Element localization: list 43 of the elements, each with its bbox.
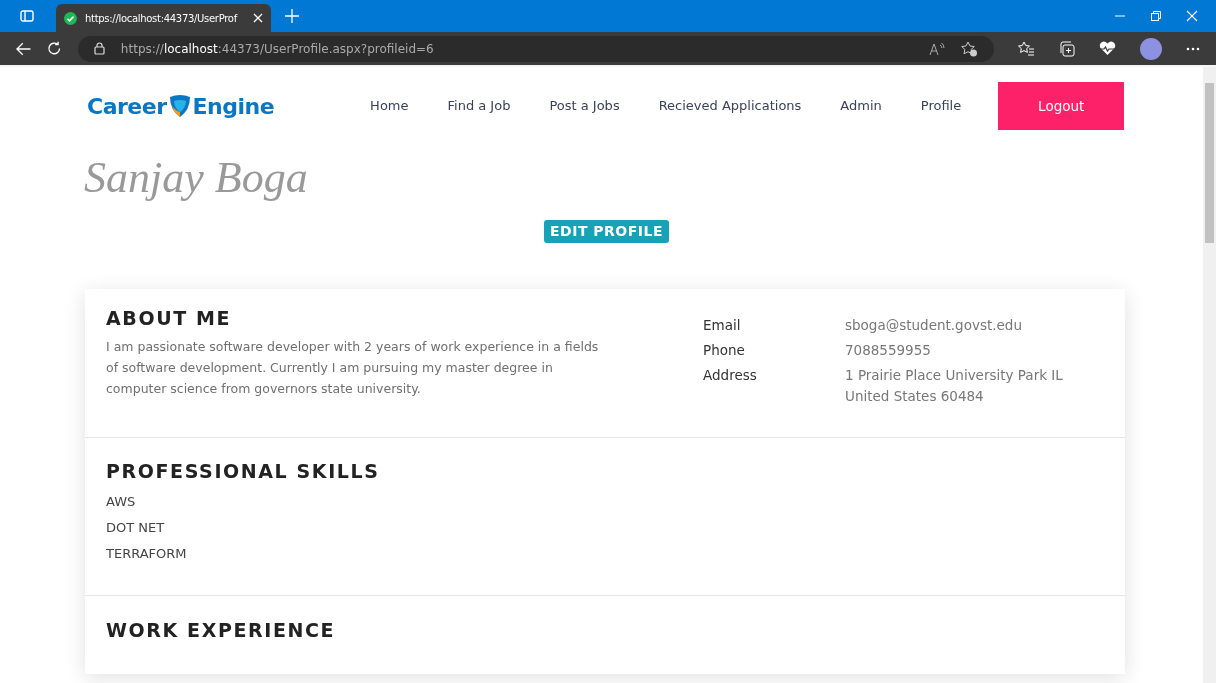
about-text: I am passionate software developer with 2 years of work experience in a fields of software development. Currently I am pursuing my master degree in computer science from governors state university. xyxy=(106,337,600,398)
check-circle-icon xyxy=(64,11,77,25)
heart-pulse-icon[interactable] xyxy=(1099,41,1116,56)
back-arrow-icon[interactable] xyxy=(16,41,32,56)
nav-link[interactable]: Recieved Applications xyxy=(658,96,802,116)
refresh-icon[interactable] xyxy=(47,41,62,56)
skill-item: TERRAFORM xyxy=(106,544,188,563)
collections-icon[interactable] xyxy=(1059,40,1075,57)
contact-label: Address xyxy=(703,366,758,385)
contact-value: 7088559955 xyxy=(845,341,932,360)
tab-actions-icon[interactable] xyxy=(20,10,34,22)
restore-icon[interactable] xyxy=(1150,10,1162,22)
skill-item: DOT NET xyxy=(106,518,166,537)
new-tab-icon[interactable] xyxy=(285,9,299,23)
nav-link[interactable]: Find a Job xyxy=(447,96,511,116)
logo[interactable]: Career Engine xyxy=(87,89,275,123)
favorites-icon[interactable] xyxy=(1018,41,1035,56)
section-heading: WORK EXPERIENCE xyxy=(106,618,337,642)
skill-item: AWS xyxy=(106,492,137,511)
section-heading: ABOUT ME xyxy=(106,307,233,330)
tab-title: https://localhost:44373/UserProf xyxy=(85,11,239,26)
contact-value: sboga@student.govst.edu xyxy=(845,316,1023,335)
address-bar[interactable]: https://localhost:44373/UserProfile.aspx?profileid=6 xyxy=(77,35,994,62)
star-add-icon[interactable] xyxy=(961,40,978,57)
contact-label: Phone xyxy=(703,341,746,360)
nav-link[interactable]: Profile xyxy=(920,96,962,116)
scrollbar[interactable] xyxy=(1203,67,1216,683)
logout-button[interactable]: Logout xyxy=(998,82,1125,130)
shield-icon xyxy=(167,94,192,118)
nav-link[interactable]: Admin xyxy=(840,96,882,116)
padlock-icon xyxy=(93,42,105,55)
url-text: https://localhost:44373/UserProfile.aspx?profileid=6 xyxy=(120,40,434,58)
section-heading: PROFESSIONAL SKILLS xyxy=(106,460,381,483)
avatar-circle[interactable] xyxy=(1140,37,1162,60)
more-icon[interactable] xyxy=(1186,46,1200,51)
close-icon[interactable] xyxy=(253,13,263,23)
profile-name: Sanjay Boga xyxy=(84,152,308,204)
browser-tab[interactable]: https://localhost:44373/UserProf xyxy=(56,4,271,32)
nav-link[interactable]: Post a Jobs xyxy=(549,96,620,116)
read-aloud-icon[interactable] xyxy=(929,41,945,56)
contact-value: 1 Prairie Place University Park IL United States 60484 xyxy=(845,366,1064,406)
nav-link[interactable]: Home xyxy=(370,96,409,116)
contact-label: Email xyxy=(703,316,742,335)
